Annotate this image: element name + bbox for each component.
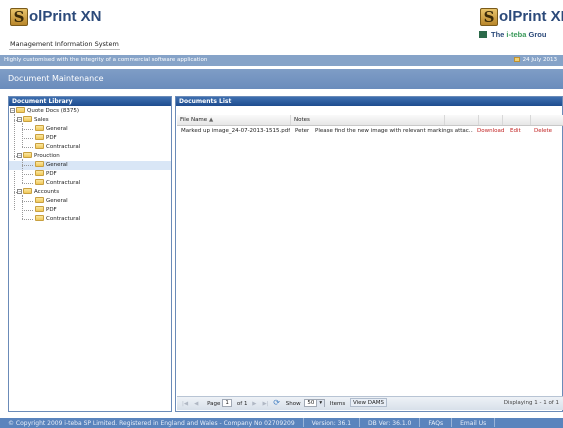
tree-connector	[22, 210, 33, 211]
group-name: The i-teba Grou	[479, 30, 546, 39]
tree-node-leaf[interactable]: General	[35, 125, 68, 134]
tree-connector	[22, 147, 33, 148]
logo-s-icon: S	[480, 8, 498, 26]
tree-selection	[9, 161, 171, 170]
folder-icon	[35, 125, 44, 131]
logo-s-icon: S	[10, 8, 28, 26]
column-header-blank	[445, 115, 479, 125]
panel-title: Document Library	[9, 97, 171, 106]
date-display: 24 July 2013	[513, 55, 557, 66]
tree-node-leaf[interactable]: General	[35, 161, 68, 170]
last-page-icon[interactable]: ▶|	[262, 398, 268, 410]
documents-list-panel: Documents List	[175, 96, 563, 412]
folder-icon	[35, 206, 44, 212]
column-header-notes[interactable]: Notes	[291, 115, 445, 125]
collapse-icon[interactable]: −	[17, 189, 22, 194]
app-logo: SolPrint XN	[10, 8, 102, 26]
tree-connector	[22, 129, 33, 130]
prev-page-icon[interactable]: ◀	[194, 398, 198, 410]
displaying-count: Displaying 1 - 1 of 1	[503, 400, 559, 406]
app-subtitle: Management Information System	[10, 40, 119, 48]
sort-asc-icon: ▲	[208, 117, 214, 123]
group-logo: SolPrint XN	[480, 8, 563, 26]
footer: © Copyright 2009 i-teba SP Limited. Regi…	[0, 418, 563, 428]
collapse-icon[interactable]: −	[17, 153, 22, 158]
email-us-link[interactable]: Email Us	[460, 420, 486, 427]
column-header-blank	[479, 115, 503, 125]
folder-icon	[35, 215, 44, 221]
version: Version: 36.1	[311, 420, 352, 427]
tree-connector	[22, 138, 33, 139]
folder-open-icon	[23, 152, 32, 158]
pager-controls: |◀ ◀ Page 1 of 1 ▶ ▶| ⟳ Show 50 ▾ Items Vie…	[179, 397, 387, 410]
tree-node-group[interactable]: − Prouction	[17, 152, 60, 161]
tree-node-leaf[interactable]: Contractural	[35, 143, 80, 152]
download-link[interactable]: Download	[477, 126, 504, 136]
folder-icon	[35, 170, 44, 176]
page-size-select[interactable]: 50 ▾	[304, 399, 326, 407]
folder-icon	[35, 134, 44, 140]
tree-node-leaf[interactable]: General	[35, 197, 68, 206]
divider	[451, 418, 453, 427]
logo-text: olPrint XN	[499, 8, 563, 25]
folder-open-icon	[23, 116, 32, 122]
tree-root[interactable]: − Quote Docs (8375)	[10, 107, 79, 116]
cell-notes: Please find the new image with relevant …	[315, 128, 473, 134]
copyright: © Copyright 2009 i-teba SP Limited. Regi…	[8, 420, 295, 427]
cell-file-name: Marked up image_24-07-2013-1515.pdf	[181, 128, 291, 134]
tree-connector	[22, 195, 23, 219]
tree-node-leaf[interactable]: PDF	[35, 206, 57, 215]
tree-connector	[22, 159, 23, 183]
tree-connector	[22, 165, 33, 166]
first-page-icon[interactable]: |◀	[182, 398, 188, 410]
edit-link[interactable]: Edit	[510, 126, 521, 136]
column-header-blank	[503, 115, 531, 125]
view-dams-button[interactable]: View DAMS	[350, 398, 387, 407]
folder-open-icon	[16, 107, 25, 113]
folder-icon	[35, 161, 44, 167]
tree-connector	[22, 201, 33, 202]
tree: − Quote Docs (8375) − Sales General PDF Contra…	[9, 107, 171, 257]
tree-connector	[22, 174, 33, 175]
divider	[494, 418, 496, 427]
calendar-icon	[513, 57, 520, 62]
panel-title: Documents List	[176, 97, 562, 106]
folder-icon	[35, 179, 44, 185]
delete-link[interactable]: Delete	[534, 126, 552, 136]
divider	[302, 418, 304, 427]
cell-user: Peter	[295, 128, 310, 134]
column-header-file-name[interactable]: File Name ▲	[177, 115, 291, 125]
tree-node-leaf[interactable]: PDF	[35, 134, 57, 143]
page-title: Document Maintenance	[8, 74, 104, 83]
folder-icon	[35, 143, 44, 149]
tree-node-leaf[interactable]: Contractural	[35, 215, 80, 224]
page-input[interactable]: 1	[222, 399, 233, 407]
book-icon	[479, 31, 487, 38]
documents-grid: File Name ▲ Notes	[177, 115, 563, 126]
folder-open-icon	[23, 188, 32, 194]
tree-node-group[interactable]: − Accounts	[17, 188, 59, 197]
collapse-icon[interactable]: −	[17, 117, 22, 122]
db-version: DB Ver: 36.1.0	[368, 420, 412, 427]
next-page-icon[interactable]: ▶	[252, 398, 256, 410]
tagline-band: Highly customised with the integrity of …	[0, 55, 563, 66]
chevron-down-icon: ▾	[316, 400, 325, 407]
divider	[419, 418, 421, 427]
tree-connector	[22, 123, 23, 147]
table-row[interactable]: Marked up image_24-07-2013-1515.pdf Pete…	[177, 126, 563, 137]
subtitle-underline	[9, 49, 120, 50]
tagline: Highly customised with the integrity of …	[4, 57, 208, 63]
logo-text: olPrint XN	[29, 8, 102, 25]
collapse-icon[interactable]: −	[10, 108, 15, 113]
page-title-band: Document Maintenance	[0, 69, 563, 89]
tree-connector	[22, 183, 33, 184]
faqs-link[interactable]: FAQs	[428, 420, 443, 427]
folder-icon	[35, 197, 44, 203]
divider	[359, 418, 361, 427]
tree-node-leaf[interactable]: Contractural	[35, 179, 80, 188]
tree-connector	[22, 219, 33, 220]
refresh-icon[interactable]: ⟳	[273, 398, 280, 407]
tree-node-leaf[interactable]: PDF	[35, 170, 57, 179]
